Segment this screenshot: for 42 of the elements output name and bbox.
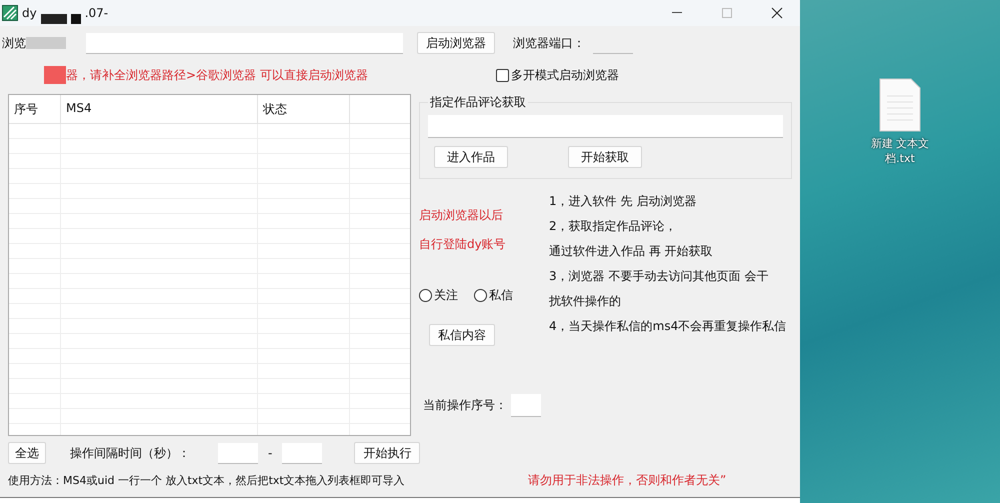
select-all-button[interactable]: 全选: [8, 442, 46, 464]
instruction-line: 2，获取指定作品评论，: [549, 218, 678, 235]
maximize-icon: [722, 8, 732, 18]
window-title: dy: [22, 6, 37, 20]
browser-path-label: 浏览: [2, 34, 26, 52]
column-header: MS4: [61, 95, 258, 124]
current-index-field[interactable]: [511, 394, 541, 417]
launch-browser-button[interactable]: 启动浏览器: [417, 32, 495, 54]
redacted-block: [44, 66, 66, 84]
column-header: 状态: [258, 95, 350, 124]
redacted-block: [26, 37, 66, 49]
redacted-block: [40, 14, 67, 24]
close-icon: [771, 7, 783, 19]
instruction-line: 4，当天操作私信的ms4不会再重复操作私信: [549, 318, 786, 335]
group-title: 指定作品评论获取: [429, 94, 527, 111]
interval-max-field[interactable]: [282, 442, 322, 464]
message-content-button[interactable]: 私信内容: [429, 324, 495, 346]
multi-mode-checkbox[interactable]: 多开模式启动浏览器: [496, 66, 619, 84]
instruction-line: 通过软件进入作品 再 开始获取: [549, 243, 714, 260]
start-button[interactable]: 开始执行: [354, 442, 420, 464]
current-index-label: 当前操作序号：: [423, 397, 507, 414]
column-header: 序号: [9, 95, 61, 124]
minimize-icon: [672, 12, 682, 14]
action-button[interactable]: 进入作品: [434, 146, 508, 168]
instruction-line: 3，浏览器 不要手动去访问其他页面 会干: [549, 268, 770, 285]
window-version: .07-: [84, 6, 108, 20]
warning-text: 请勿用于非法操作，否则和作者无关”: [528, 472, 726, 489]
text-file-icon[interactable]: [879, 78, 921, 132]
login-note: 启动浏览器以后: [419, 207, 504, 224]
instruction-line: 扰软件操作的: [549, 293, 622, 310]
action-button[interactable]: 开始获取: [568, 146, 642, 168]
interval-min-field[interactable]: [218, 442, 258, 464]
mode-radio[interactable]: 私信: [474, 287, 513, 304]
interval-label: 操作间隔时间（秒）：: [70, 444, 190, 462]
login-note: 自行登陆dy账号: [419, 236, 507, 253]
usage-text: 使用方法：MS4或uid 一行一个 放入txt文本，然后把txt文本拖入列表框即可导入: [8, 473, 406, 488]
instruction-line: 1，进入软件 先 启动浏览器: [549, 193, 698, 210]
port-label: 浏览器端口：: [513, 34, 585, 52]
redacted-block: [70, 14, 81, 24]
mode-radio[interactable]: 关注: [419, 287, 458, 304]
browser-hint-text: 器，请补全浏览器路径>谷歌浏览器 可以直接启动浏览器: [66, 66, 369, 84]
range-dash: -: [268, 446, 272, 460]
